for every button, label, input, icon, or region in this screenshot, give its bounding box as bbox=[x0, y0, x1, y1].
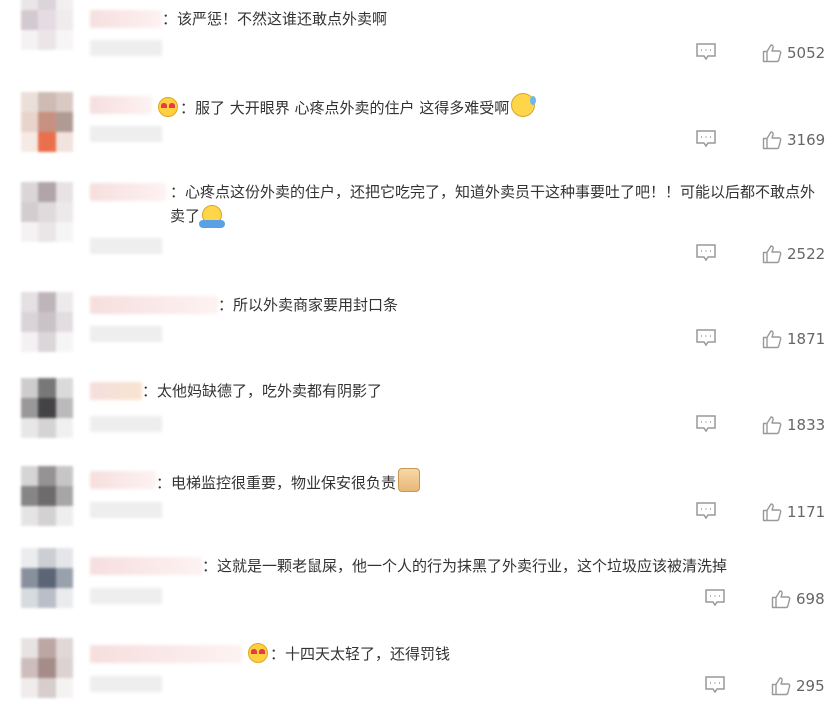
comment-item: ：所以外卖商家要用封口条 1871 bbox=[0, 286, 836, 372]
thumb-up-icon[interactable] bbox=[762, 244, 782, 264]
comment-icon[interactable] bbox=[695, 42, 717, 62]
comment-item: ：电梯监控很重要，物业保安很负责 1171 bbox=[0, 458, 836, 544]
comment-meta bbox=[90, 40, 162, 56]
comment-icon[interactable] bbox=[704, 675, 726, 695]
comment-meta bbox=[90, 416, 162, 432]
comment-text: ：电梯监控很重要，物业保安很负责 bbox=[156, 468, 422, 495]
thumb-up-icon[interactable] bbox=[771, 589, 791, 609]
love-eyes-emoji bbox=[248, 643, 268, 663]
like-count: 3169 bbox=[787, 131, 826, 149]
username[interactable] bbox=[90, 296, 218, 314]
like-count: 295 bbox=[796, 677, 825, 695]
comment-item: ：服了 大开眼界 心疼点外卖的住户 这得多难受啊 3169 bbox=[0, 86, 836, 174]
comment-text-body: ：十四天太轻了，还得罚钱 bbox=[270, 645, 451, 663]
comment-text: ：所以外卖商家要用封口条 bbox=[218, 296, 399, 314]
username[interactable] bbox=[90, 183, 166, 201]
avatar[interactable] bbox=[21, 92, 73, 152]
comment-item: ：这就是一颗老鼠屎，他一个人的行为抹黑了外卖行业，这个垃圾应该被清洗掉 698 bbox=[0, 544, 836, 632]
username[interactable] bbox=[90, 382, 142, 400]
avatar[interactable] bbox=[21, 638, 73, 698]
avatar[interactable] bbox=[21, 466, 73, 526]
comment-text-body: ：电梯监控很重要，物业保安很负责 bbox=[156, 474, 397, 492]
username[interactable] bbox=[90, 557, 202, 575]
comment-icon[interactable] bbox=[695, 328, 717, 348]
like-count: 5052 bbox=[787, 44, 826, 62]
thumb-up-icon[interactable] bbox=[762, 415, 782, 435]
comment-meta bbox=[90, 326, 162, 342]
comment-meta bbox=[90, 502, 162, 518]
comment-text-body: ：心疼点这份外卖的住户，还把它吃完了，知道外卖员干这种事要吐了吧！！可能以后都不… bbox=[170, 183, 816, 225]
like-count: 698 bbox=[796, 590, 825, 608]
shrug-emoji bbox=[199, 205, 226, 228]
comment-text: ：服了 大开眼界 心疼点外卖的住户 这得多难受啊 bbox=[156, 93, 537, 120]
avatar[interactable] bbox=[21, 548, 73, 608]
sweat-emoji bbox=[511, 93, 537, 117]
avatar[interactable] bbox=[21, 378, 73, 438]
like-count: 1171 bbox=[787, 503, 826, 521]
comment-icon[interactable] bbox=[695, 129, 717, 149]
comment-icon[interactable] bbox=[695, 243, 717, 263]
comment-item: ：太他妈缺德了，吃外卖都有阴影了 1833 bbox=[0, 372, 836, 458]
avatar[interactable] bbox=[21, 182, 73, 242]
username[interactable] bbox=[90, 96, 152, 114]
comment-text: ：心疼点这份外卖的住户，还把它吃完了，知道外卖员干这种事要吐了吧！！可能以后都不… bbox=[170, 180, 825, 228]
comment-text-body: ：服了 大开眼界 心疼点外卖的住户 这得多难受啊 bbox=[180, 99, 510, 117]
comment-meta bbox=[90, 126, 162, 142]
username[interactable] bbox=[90, 10, 162, 28]
comment-icon[interactable] bbox=[695, 501, 717, 521]
like-count: 2522 bbox=[787, 245, 826, 263]
like-count: 1833 bbox=[787, 416, 826, 434]
thumb-up-icon[interactable] bbox=[762, 329, 782, 349]
thumbs-up-emoji bbox=[398, 468, 421, 492]
comment-text: ：太他妈缺德了，吃外卖都有阴影了 bbox=[142, 382, 383, 400]
avatar[interactable] bbox=[21, 0, 73, 50]
comment-icon[interactable] bbox=[704, 588, 726, 608]
love-eyes-emoji bbox=[158, 97, 178, 117]
comment-meta bbox=[90, 238, 162, 254]
comment-item: ：十四天太轻了，还得罚钱 295 bbox=[0, 632, 836, 716]
comment-text: ：十四天太轻了，还得罚钱 bbox=[246, 642, 450, 666]
comment-icon[interactable] bbox=[695, 414, 717, 434]
thumb-up-icon[interactable] bbox=[762, 502, 782, 522]
username[interactable] bbox=[90, 471, 156, 489]
comment-item: ：心疼点这份外卖的住户，还把它吃完了，知道外卖员干这种事要吐了吧！！可能以后都不… bbox=[0, 174, 836, 286]
comment-item: ：该严惩！不然这谁还敢点外卖啊 5052 bbox=[0, 0, 836, 86]
avatar[interactable] bbox=[21, 292, 73, 352]
thumb-up-icon[interactable] bbox=[762, 130, 782, 150]
like-count: 1871 bbox=[787, 330, 826, 348]
comment-text: ：这就是一颗老鼠屎，他一个人的行为抹黑了外卖行业，这个垃圾应该被清洗掉 bbox=[202, 557, 728, 575]
comment-meta bbox=[90, 588, 162, 604]
thumb-up-icon[interactable] bbox=[762, 43, 782, 63]
thumb-up-icon[interactable] bbox=[771, 676, 791, 696]
comment-text: ：该严惩！不然这谁还敢点外卖啊 bbox=[162, 10, 388, 28]
username[interactable] bbox=[90, 645, 242, 663]
comment-meta bbox=[90, 676, 162, 692]
